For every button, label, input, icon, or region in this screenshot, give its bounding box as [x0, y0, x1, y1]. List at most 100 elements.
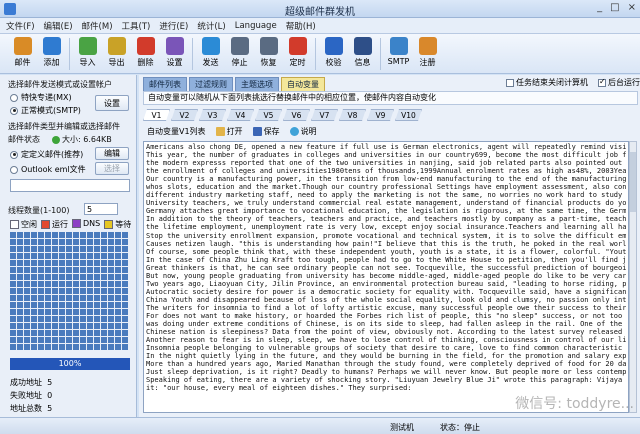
- outlook-radio[interactable]: Outlook eml文件: [10, 164, 86, 175]
- editor-line: Chinese nation is sleepiness? Data from …: [146, 328, 626, 337]
- threads-input[interactable]: 5: [84, 203, 118, 215]
- open-button[interactable]: 打开: [215, 126, 243, 137]
- variable-tab-v1[interactable]: V1: [143, 109, 170, 121]
- thread-cell: [94, 260, 100, 266]
- thread-cell: [38, 246, 44, 252]
- legend-swatch: [10, 220, 19, 229]
- tab-1[interactable]: 过滤规则: [189, 77, 233, 91]
- register-button[interactable]: 注册: [413, 34, 442, 72]
- menu-item-2[interactable]: 邮件(M): [82, 20, 113, 32]
- mode-special-radio[interactable]: 特快专递(MX): [10, 92, 72, 103]
- thread-cell: [10, 302, 16, 308]
- thread-cell: [94, 337, 100, 343]
- variable-tab-v6[interactable]: V6: [283, 109, 310, 121]
- info-button[interactable]: 信息: [348, 34, 377, 72]
- thread-cell: [80, 323, 86, 329]
- close-after-checkbox[interactable]: 任务结束关闭计算机: [506, 77, 588, 88]
- thread-cell: [94, 267, 100, 273]
- variable-tab-v2[interactable]: V2: [171, 109, 198, 121]
- variable-tab-v7[interactable]: V7: [311, 109, 338, 121]
- legend-swatch: [104, 220, 114, 229]
- variable-tab-v4[interactable]: V4: [227, 109, 254, 121]
- editor-line: Stop the university enrollment expansion…: [146, 231, 626, 240]
- thread-cell: [52, 323, 58, 329]
- thread-cell: [80, 267, 86, 273]
- export-button[interactable]: 导出: [102, 34, 131, 72]
- tab-3[interactable]: 自动变量: [281, 77, 325, 91]
- stop-button[interactable]: 停止: [225, 34, 254, 72]
- delete-button[interactable]: 删除: [131, 34, 160, 72]
- resume-button[interactable]: 恢复: [254, 34, 283, 72]
- mail-button[interactable]: 邮件: [8, 34, 37, 72]
- add-icon: [42, 37, 61, 55]
- mode-normal-radio[interactable]: 正常模式(SMTP): [10, 105, 81, 116]
- editor-line: Speaking of eating, there are a variety …: [146, 376, 626, 385]
- thread-cell: [31, 232, 37, 238]
- thread-cell: [66, 309, 72, 315]
- variable-tab-v5[interactable]: V5: [255, 109, 282, 121]
- thread-cell: [31, 288, 37, 294]
- thread-cell: [38, 281, 44, 287]
- menu-item-3[interactable]: 工具(T): [122, 20, 151, 32]
- menu-item-0[interactable]: 文件(F): [6, 20, 35, 32]
- radio-dot-selected: [10, 150, 18, 159]
- thread-cell: [80, 344, 86, 350]
- scrollbar-thumb[interactable]: [630, 152, 636, 212]
- thread-cell: [115, 253, 121, 259]
- thread-cell: [38, 253, 44, 259]
- thread-cell: [52, 239, 58, 245]
- thread-cell: [66, 260, 72, 266]
- import-button[interactable]: 导入: [73, 34, 102, 72]
- editor-scrollbar[interactable]: [629, 141, 637, 413]
- edit-button[interactable]: 编辑: [95, 147, 129, 160]
- tab-0[interactable]: 邮件列表: [143, 77, 187, 91]
- tab-2[interactable]: 主题选项: [235, 77, 279, 91]
- thread-cell: [52, 253, 58, 259]
- menu-item-4[interactable]: 进行(E): [159, 20, 188, 32]
- add-button[interactable]: 添加: [37, 34, 66, 72]
- legend-label: 运行: [52, 220, 68, 229]
- settings-button[interactable]: 设置: [160, 34, 189, 72]
- thread-cell: [94, 316, 100, 322]
- close-button[interactable]: ×: [628, 2, 636, 13]
- thread-cell: [66, 330, 72, 336]
- thread-cell: [122, 309, 128, 315]
- variable-tab-v8[interactable]: V8: [339, 109, 366, 121]
- variable-tab-v10[interactable]: V10: [395, 109, 422, 121]
- select-button[interactable]: 选择: [95, 162, 129, 175]
- settings-button[interactable]: 设置: [95, 95, 129, 111]
- smtp-button[interactable]: SMTP: [384, 34, 413, 72]
- thread-cell: [10, 260, 16, 266]
- thread-cell: [115, 281, 121, 287]
- stat-success: 成功地址 5: [10, 378, 53, 387]
- thread-cell: [24, 316, 30, 322]
- verify-button[interactable]: 校验: [319, 34, 348, 72]
- toolbar-label: SMTP: [387, 57, 410, 66]
- maximize-button[interactable]: □: [610, 2, 619, 13]
- eml-path-input[interactable]: [10, 179, 130, 192]
- background-run-checkbox[interactable]: 后台运行: [598, 77, 640, 88]
- menu-item-7[interactable]: 帮助(H): [286, 20, 316, 32]
- thread-cell: [17, 288, 23, 294]
- variable-editor[interactable]: Americans also chong DE, opened a new fe…: [143, 141, 629, 413]
- thread-cell: [31, 246, 37, 252]
- minimize-button[interactable]: _: [597, 2, 602, 13]
- save-button[interactable]: 保存: [252, 126, 280, 137]
- send-button[interactable]: 发送: [196, 34, 225, 72]
- variable-tab-v9[interactable]: V9: [367, 109, 394, 121]
- thread-cell: [31, 323, 37, 329]
- thread-cell: [108, 316, 114, 322]
- menu-item-5[interactable]: 统计(L): [197, 20, 225, 32]
- timer-button[interactable]: 定时: [283, 34, 312, 72]
- toolbar-label: 邮件: [14, 58, 31, 67]
- variable-list-title: 自动变量V1列表: [147, 126, 206, 136]
- menu-item-6[interactable]: Language: [235, 21, 277, 31]
- thread-cell: [59, 309, 65, 315]
- editor-line: Of course, some people think that, with …: [146, 247, 626, 256]
- custom-mail-radio[interactable]: 定定义邮件(推荐): [10, 149, 83, 160]
- radio-dot: [10, 165, 18, 174]
- variable-tab-v3[interactable]: V3: [199, 109, 226, 121]
- menu-item-1[interactable]: 编辑(E): [44, 20, 73, 32]
- help-button[interactable]: 说明: [289, 126, 317, 137]
- thread-cell: [52, 316, 58, 322]
